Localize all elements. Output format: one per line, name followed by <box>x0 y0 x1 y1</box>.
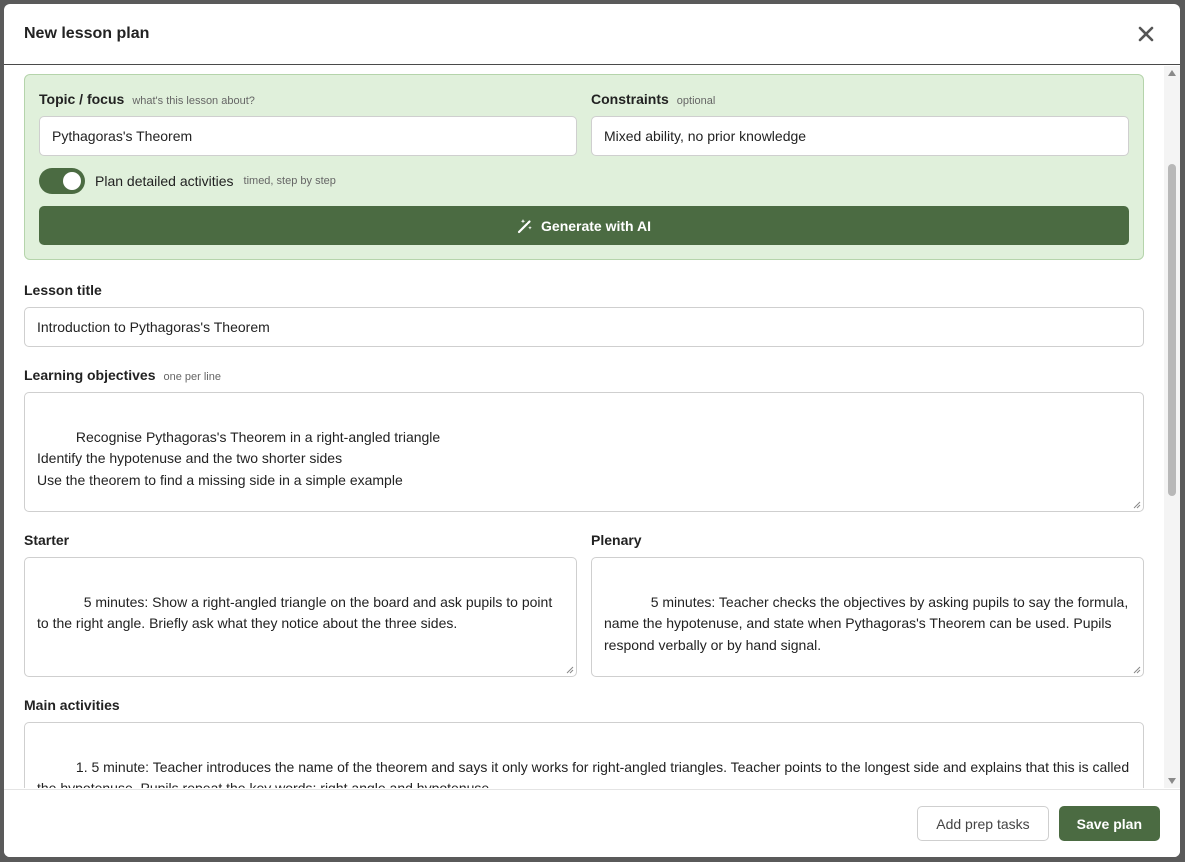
objectives-label: Learning objectives <box>24 367 156 383</box>
lesson-title-input[interactable]: Introduction to Pythagoras's Theorem <box>24 307 1144 347</box>
toggle-knob <box>63 172 81 190</box>
main-activities-textarea[interactable]: 1. 5 minute: Teacher introduces the name… <box>24 722 1144 788</box>
lesson-title-label: Lesson title <box>24 282 102 298</box>
plenary-label: Plenary <box>591 532 642 548</box>
plenary-textarea[interactable]: 5 minutes: Teacher checks the objectives… <box>591 557 1144 677</box>
add-prep-tasks-button[interactable]: Add prep tasks <box>917 806 1049 841</box>
objectives-hint: one per line <box>163 371 221 383</box>
constraints-hint: optional <box>676 95 716 107</box>
starter-text: 5 minutes: Show a right-angled triangle … <box>37 593 557 632</box>
close-icon <box>1138 26 1154 42</box>
starter-textarea[interactable]: 5 minutes: Show a right-angled triangle … <box>24 557 577 677</box>
starter-label: Starter <box>24 532 70 548</box>
generate-label: Generate with AI <box>541 217 651 234</box>
close-button[interactable] <box>1132 20 1160 48</box>
scroll-up-icon[interactable] <box>1168 70 1176 76</box>
scrollbar-thumb[interactable] <box>1168 164 1176 496</box>
detailed-activities-toggle[interactable] <box>39 168 85 194</box>
resize-handle-icon[interactable] <box>1132 500 1141 509</box>
generate-with-ai-button[interactable]: Generate with AI <box>39 206 1129 245</box>
dialog-scrollbar[interactable] <box>1164 66 1180 788</box>
topic-hint: what's this lesson about? <box>132 95 255 107</box>
ai-generate-panel: Topic / focus what's this lesson about? … <box>24 74 1144 260</box>
toggle-hint: timed, step by step <box>243 175 336 187</box>
lesson-plan-dialog: New lesson plan Topic / focus what's thi… <box>4 4 1180 857</box>
objectives-text: Recognise Pythagoras's Theorem in a righ… <box>37 428 441 488</box>
topic-label: Topic / focus <box>39 91 125 107</box>
main-activities-label: Main activities <box>24 697 120 713</box>
save-plan-button[interactable]: Save plan <box>1058 806 1160 841</box>
toggle-label: Plan detailed activities <box>95 173 234 189</box>
dialog-title: New lesson plan <box>24 25 150 42</box>
dialog-header: New lesson plan <box>4 4 1180 65</box>
resize-handle-icon[interactable] <box>1132 665 1141 674</box>
objectives-textarea[interactable]: Recognise Pythagoras's Theorem in a righ… <box>24 392 1144 512</box>
dialog-footer: Add prep tasks Save plan <box>4 789 1180 857</box>
main-activities-text: 1. 5 minute: Teacher introduces the name… <box>37 758 1130 789</box>
constraints-input[interactable]: Mixed ability, no prior knowledge <box>591 116 1129 156</box>
constraints-label: Constraints <box>591 91 669 107</box>
topic-input[interactable]: Pythagoras's Theorem <box>39 116 577 156</box>
dialog-body[interactable]: Topic / focus what's this lesson about? … <box>4 66 1180 788</box>
scroll-down-icon[interactable] <box>1168 778 1176 784</box>
plenary-text: 5 minutes: Teacher checks the objectives… <box>604 593 1133 653</box>
magic-wand-icon <box>517 218 532 233</box>
resize-handle-icon[interactable] <box>565 665 574 674</box>
